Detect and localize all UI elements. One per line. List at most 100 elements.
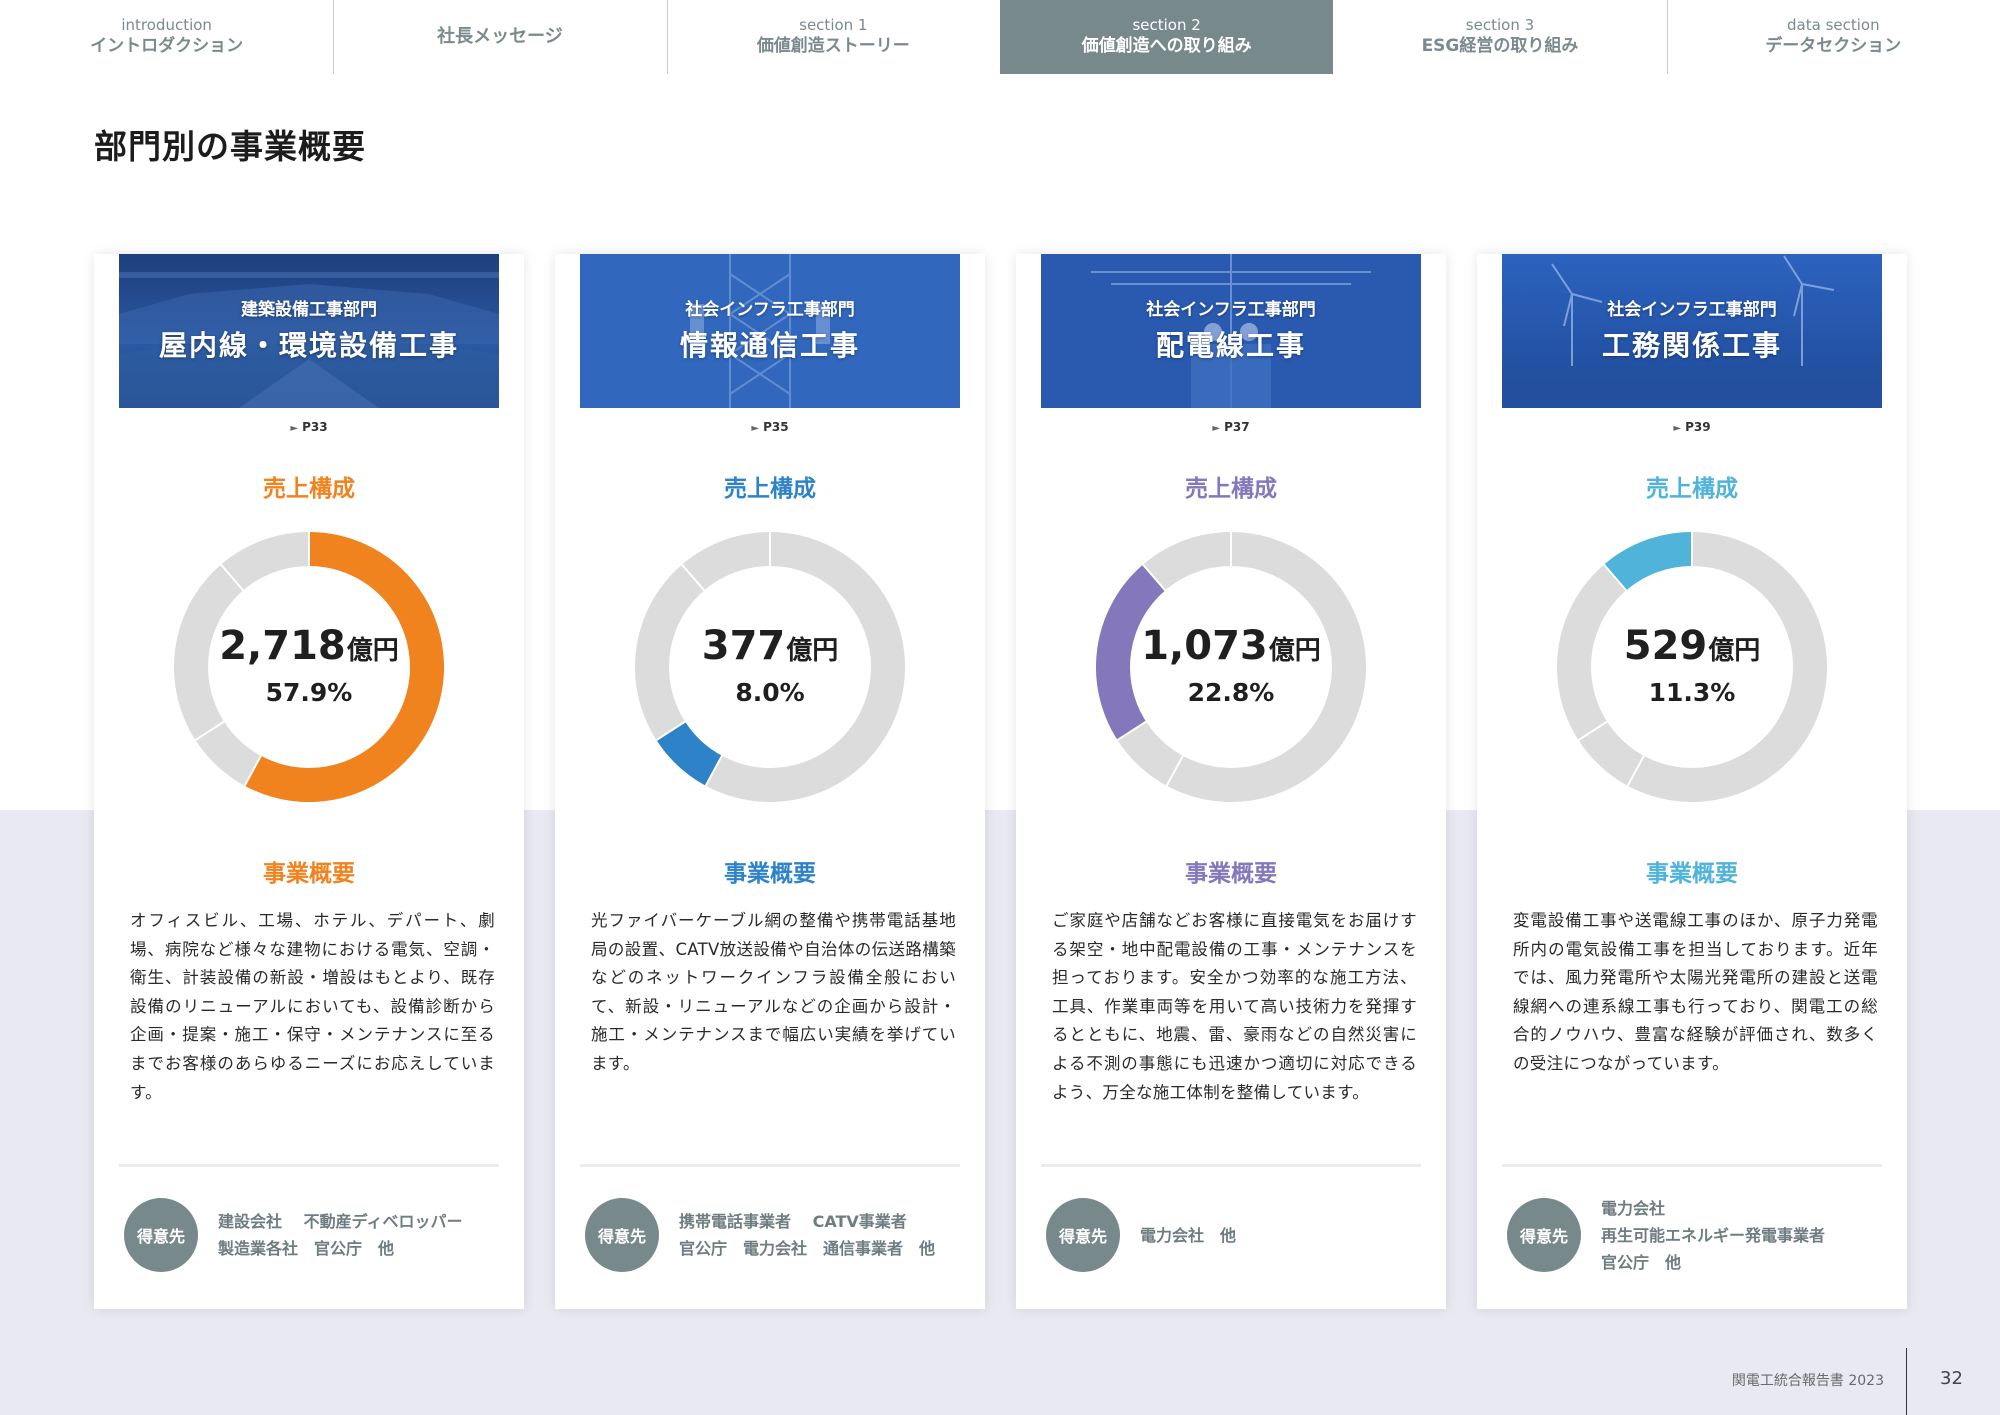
division-card-power-engineering: 社会インフラ工事部門 工務関係工事 ► P39 売上構成 529億円 11.3% … bbox=[1477, 254, 1907, 1309]
sales-amount-unit: 億円 bbox=[1268, 635, 1321, 666]
page-reference-label: P35 bbox=[763, 420, 789, 434]
sales-amount: 1,073億円 bbox=[1141, 623, 1321, 674]
sales-amount-unit: 億円 bbox=[1708, 635, 1761, 666]
footer-report-title: 関電工統合報告書 2023 bbox=[1731, 1373, 1884, 1389]
division-card-telecom: 社会インフラ工事部門 情報通信工事 ► P35 売上構成 377億円 8.0% 事… bbox=[555, 254, 985, 1309]
sales-percent: 8.0% bbox=[735, 677, 805, 707]
nav-tab-label: 社長メッセージ bbox=[437, 26, 563, 47]
customers-badge: 得意先 bbox=[1046, 1198, 1120, 1272]
arrow-right-icon: ► bbox=[290, 423, 299, 434]
sales-amount-unit: 億円 bbox=[786, 635, 839, 666]
page-reference-label: P37 bbox=[1224, 420, 1250, 434]
division-banner: 社会インフラ工事部門 情報通信工事 bbox=[580, 254, 960, 408]
divider bbox=[119, 1164, 499, 1167]
sales-amount: 529億円 bbox=[1624, 623, 1761, 674]
arrow-right-icon: ► bbox=[1673, 423, 1682, 434]
customers-badge: 得意先 bbox=[585, 1198, 659, 1272]
nav-tab-section-1[interactable]: section 1 価値創造ストーリー bbox=[666, 0, 1000, 74]
customers-list: 電力会社 再生可能エネルギー発電事業者 官公庁 他 bbox=[1601, 1190, 1891, 1280]
page-reference-label: P39 bbox=[1685, 420, 1711, 434]
divider bbox=[580, 1164, 960, 1167]
overview-description: オフィスビル、工場、ホテル、デパート、劇場、病院など様々な建物における電気、空調… bbox=[130, 911, 495, 1102]
division-name: 配電線工事 bbox=[1155, 329, 1306, 362]
nav-tab-section-2[interactable]: section 2 価値創造への取り組み bbox=[999, 0, 1334, 74]
customers-badge: 得意先 bbox=[1507, 1198, 1581, 1272]
sales-amount-value: 529 bbox=[1623, 622, 1708, 669]
sales-amount-value: 377 bbox=[701, 622, 786, 669]
sales-percent: 22.8% bbox=[1187, 677, 1275, 707]
sales-amount: 377億円 bbox=[702, 623, 839, 674]
sales-heading: 売上構成 bbox=[1646, 476, 1738, 502]
nav-tab-label: データセクション bbox=[1765, 36, 1902, 56]
donut-center-values: 2,718億円 57.9% bbox=[174, 532, 444, 802]
customer-line: 製造業各社 官公庁 他 bbox=[218, 1239, 395, 1258]
top-navigation: introduction イントロダクション 社長メッセージ section 1… bbox=[0, 0, 2000, 74]
division-name: 工務関係工事 bbox=[1601, 329, 1782, 362]
sales-amount-unit: 億円 bbox=[346, 635, 399, 666]
overview-heading: 事業概要 bbox=[724, 861, 816, 887]
nav-tab-label: 価値創造への取り組み bbox=[1081, 36, 1252, 56]
sales-heading: 売上構成 bbox=[1185, 476, 1277, 502]
nav-tab-introduction[interactable]: introduction イントロダクション bbox=[0, 0, 333, 74]
customer-line: 再生可能エネルギー発電事業者 bbox=[1601, 1225, 1826, 1245]
division-card-indoor-environment: 建築設備工事部門 屋内線・環境設備工事 ► P33 売上構成 2,718億円 57… bbox=[94, 254, 524, 1309]
overview-heading: 事業概要 bbox=[1185, 861, 1277, 887]
division-name: 屋内線・環境設備工事 bbox=[158, 329, 459, 362]
arrow-right-icon: ► bbox=[1212, 423, 1221, 434]
customer-line: 携帯電話事業者 CATV事業者 bbox=[679, 1212, 907, 1231]
nav-tab-sub: section 2 bbox=[1132, 16, 1201, 34]
sales-amount-value: 1,073 bbox=[1141, 622, 1268, 669]
division-banner: 社会インフラ工事部門 配電線工事 bbox=[1041, 254, 1421, 408]
customer-line: 官公庁 電力会社 通信事業者 他 bbox=[679, 1239, 936, 1258]
page-reference-link[interactable]: ► P39 bbox=[1477, 420, 1907, 434]
divider bbox=[1041, 1164, 1421, 1167]
nav-tab-section-3[interactable]: section 3 ESG経営の取り組み bbox=[1333, 0, 1666, 74]
customers-list: 電力会社 他 bbox=[1140, 1190, 1430, 1280]
donut-center-values: 529億円 11.3% bbox=[1557, 532, 1827, 802]
division-department: 建築設備工事部門 bbox=[241, 300, 377, 320]
overview-heading: 事業概要 bbox=[1646, 861, 1738, 887]
customer-line: 電力会社 bbox=[1601, 1198, 1666, 1218]
page-reference-link[interactable]: ► P37 bbox=[1016, 420, 1446, 434]
overview-description: 光ファイバーケーブル網の整備や携帯電話基地局の設置、CATV放送設備や自治体の伝… bbox=[591, 911, 956, 1073]
overview-description: ご家庭や店舗などお客様に直接電気をお届けする架空・地中配電設備の工事・メンテナン… bbox=[1052, 911, 1417, 1102]
customers-list: 携帯電話事業者 CATV事業者 官公庁 電力会社 通信事業者 他 bbox=[679, 1190, 969, 1280]
page-title: 部門別の事業概要 bbox=[94, 127, 366, 166]
division-department: 社会インフラ工事部門 bbox=[685, 300, 855, 320]
division-banner: 社会インフラ工事部門 工務関係工事 bbox=[1502, 254, 1882, 408]
customer-line: 官公庁 他 bbox=[1601, 1252, 1682, 1272]
donut-center-values: 377億円 8.0% bbox=[635, 532, 905, 802]
arrow-right-icon: ► bbox=[751, 423, 760, 434]
page-number: 32 bbox=[1940, 1368, 1963, 1389]
page-reference-link[interactable]: ► P35 bbox=[555, 420, 985, 434]
nav-tab-data-section[interactable]: data section データセクション bbox=[1666, 0, 2000, 74]
overview-heading: 事業概要 bbox=[263, 861, 355, 887]
customer-line: 建設会社 不動産ディベロッパー bbox=[218, 1212, 463, 1231]
nav-tab-sub: data section bbox=[1787, 16, 1880, 34]
divider bbox=[1502, 1164, 1882, 1167]
sales-heading: 売上構成 bbox=[263, 476, 355, 502]
overview-description: 変電設備工事や送電線工事のほか、原子力発電所内の電気設備工事を担当しております。… bbox=[1513, 911, 1878, 1073]
nav-tab-president-message[interactable]: 社長メッセージ bbox=[333, 0, 666, 74]
division-name: 情報通信工事 bbox=[679, 329, 860, 362]
nav-tab-sub: section 1 bbox=[799, 16, 868, 34]
customers-badge: 得意先 bbox=[124, 1198, 198, 1272]
sales-amount-value: 2,718 bbox=[219, 622, 346, 669]
sales-amount: 2,718億円 bbox=[219, 623, 399, 674]
division-card-distribution-line: 社会インフラ工事部門 配電線工事 ► P37 売上構成 1,073億円 22.8%… bbox=[1016, 254, 1446, 1309]
footer-divider bbox=[1906, 1348, 1907, 1415]
sales-percent: 11.3% bbox=[1648, 677, 1736, 707]
nav-tab-label: 価値創造ストーリー bbox=[756, 36, 910, 56]
division-department: 社会インフラ工事部門 bbox=[1146, 300, 1316, 320]
page-reference-link[interactable]: ► P33 bbox=[94, 420, 524, 434]
nav-tab-label: ESG経営の取り組み bbox=[1421, 36, 1579, 56]
sales-heading: 売上構成 bbox=[724, 476, 816, 502]
nav-tab-sub: section 3 bbox=[1465, 16, 1535, 34]
sales-percent: 57.9% bbox=[265, 677, 353, 707]
nav-tab-sub: introduction bbox=[121, 16, 212, 34]
division-department: 社会インフラ工事部門 bbox=[1607, 300, 1777, 320]
page-reference-label: P33 bbox=[302, 420, 328, 434]
customers-list: 建設会社 不動産ディベロッパー 製造業各社 官公庁 他 bbox=[218, 1190, 508, 1280]
customer-line: 電力会社 他 bbox=[1140, 1225, 1237, 1245]
donut-center-values: 1,073億円 22.8% bbox=[1096, 532, 1366, 802]
